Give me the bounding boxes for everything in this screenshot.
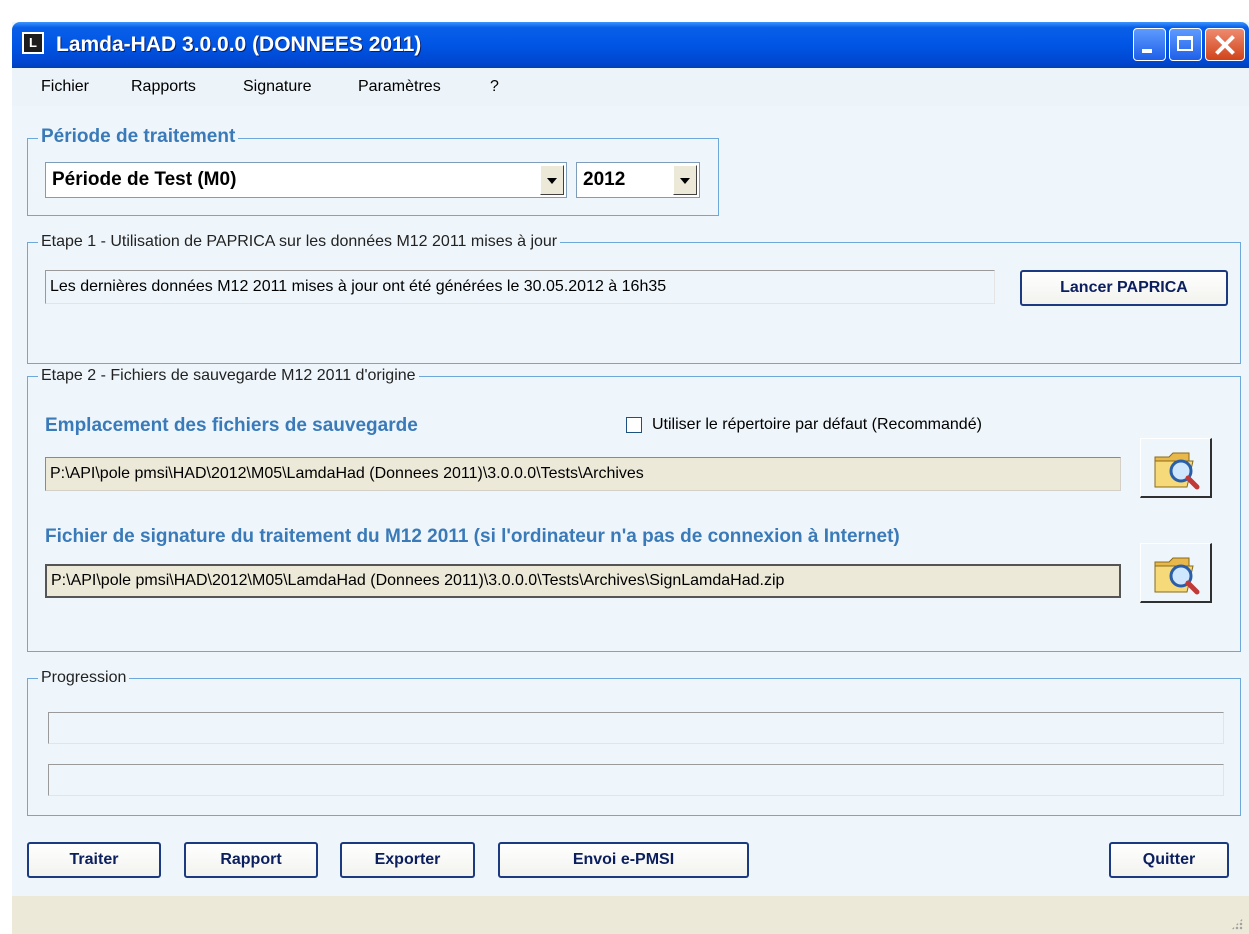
- browse-location-button[interactable]: [1140, 438, 1212, 498]
- signature-path-field[interactable]: P:\API\pole pmsi\HAD\2012\M05\LamdaHad (…: [45, 564, 1121, 598]
- folder-search-icon: [1154, 452, 1200, 490]
- default-dir-checkbox[interactable]: [626, 417, 642, 433]
- menu-parametres[interactable]: Paramètres: [358, 77, 441, 97]
- app-icon: L: [22, 32, 44, 54]
- menu-signature[interactable]: Signature: [243, 77, 312, 97]
- envoi-epmsi-button[interactable]: Envoi e-PMSI: [498, 842, 749, 878]
- chevron-down-icon[interactable]: [540, 165, 564, 195]
- quitter-button[interactable]: Quitter: [1109, 842, 1229, 878]
- rapport-button[interactable]: Rapport: [184, 842, 318, 878]
- title-bar[interactable]: L Lamda-HAD 3.0.0.0 (DONNEES 2011): [12, 22, 1249, 68]
- close-button[interactable]: [1205, 28, 1245, 61]
- progress-bar-secondary: [48, 764, 1224, 796]
- menu-bar: Fichier Rapports Signature Paramètres ?: [12, 68, 1249, 106]
- year-select-value: 2012: [583, 169, 626, 190]
- signature-title: Fichier de signature du traitement du M1…: [45, 526, 900, 547]
- main-window: L Lamda-HAD 3.0.0.0 (DONNEES 2011) Fichi…: [12, 22, 1249, 934]
- resize-grip-icon[interactable]: [1231, 918, 1243, 930]
- window-title: Lamda-HAD 3.0.0.0 (DONNEES 2011): [56, 33, 422, 56]
- traiter-button[interactable]: Traiter: [27, 842, 161, 878]
- menu-help[interactable]: ?: [490, 77, 499, 97]
- chevron-down-icon[interactable]: [673, 165, 697, 195]
- folder-search-icon: [1154, 557, 1200, 595]
- browse-signature-button[interactable]: [1140, 543, 1212, 603]
- period-select[interactable]: Période de Test (M0): [45, 162, 567, 198]
- year-select[interactable]: 2012: [576, 162, 700, 198]
- periode-group-label: Période de traitement: [38, 125, 239, 149]
- minimize-button[interactable]: [1133, 28, 1166, 61]
- location-title: Emplacement des fichiers de sauvegarde: [45, 415, 418, 436]
- location-path-field[interactable]: P:\API\pole pmsi\HAD\2012\M05\LamdaHad (…: [45, 457, 1121, 491]
- menu-rapports[interactable]: Rapports: [131, 77, 196, 97]
- maximize-button[interactable]: [1169, 28, 1202, 61]
- etape2-group-label: Etape 2 - Fichiers de sauvegarde M12 201…: [38, 366, 419, 386]
- lancer-paprica-button[interactable]: Lancer PAPRICA: [1020, 270, 1228, 306]
- default-dir-checkbox-label: Utiliser le répertoire par défaut (Recom…: [652, 416, 982, 433]
- period-select-value: Période de Test (M0): [52, 169, 237, 190]
- etape1-group-label: Etape 1 - Utilisation de PAPRICA sur les…: [38, 232, 561, 252]
- progression-group-label: Progression: [38, 668, 130, 688]
- menu-fichier[interactable]: Fichier: [41, 77, 89, 97]
- progress-bar-primary: [48, 712, 1224, 744]
- exporter-button[interactable]: Exporter: [340, 842, 475, 878]
- status-bar: [12, 896, 1249, 934]
- paprica-status-field: Les dernières données M12 2011 mises à j…: [45, 270, 995, 304]
